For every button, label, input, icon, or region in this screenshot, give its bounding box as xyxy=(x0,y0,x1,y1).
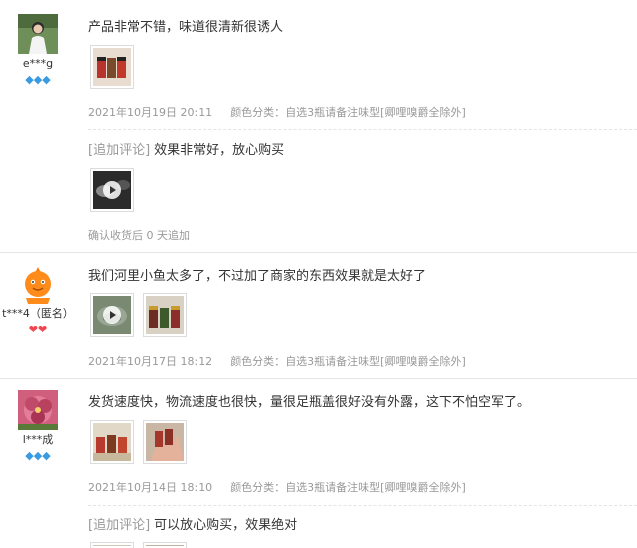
sku-label: 颜色分类： xyxy=(230,106,286,119)
review-video[interactable] xyxy=(90,168,134,212)
sku-value: 自选3瓶请备注味型[卿哩嗅爵全除外] xyxy=(285,481,466,494)
divider xyxy=(0,252,637,253)
review-photo[interactable] xyxy=(90,420,134,464)
diamond-icon: ◆ xyxy=(33,73,43,86)
diamond-icon: ◆ xyxy=(42,73,51,86)
review-date: 2021年10月19日 20:11 xyxy=(88,106,213,119)
avatar[interactable] xyxy=(18,14,58,54)
level-badges: ◆◆◆ xyxy=(0,450,76,462)
play-icon[interactable] xyxy=(103,181,121,199)
review-text: 发货速度快，物流速度也很快，量很足瓶盖很好没有外露，这下不怕空军了。 xyxy=(88,395,531,410)
play-icon[interactable] xyxy=(103,306,121,324)
review-meta: 2021年10月17日 18:12 颜色分类：自选3瓶请备注味型[卿哩嗅爵全除外] xyxy=(88,353,466,369)
review-photo[interactable] xyxy=(143,293,187,337)
heart-icon: ❤ xyxy=(28,323,38,336)
heart-icon: ❤ xyxy=(38,323,48,336)
review-video[interactable] xyxy=(90,293,134,337)
append-text: 效果非常好，放心购买 xyxy=(154,143,285,158)
append-review: [追加评论] 效果非常好，放心购买 xyxy=(88,139,284,158)
level-badges: ❤❤ xyxy=(0,324,76,336)
review-photo[interactable] xyxy=(143,542,187,548)
sku-value: 自选3瓶请备注味型[卿哩嗅爵全除外] xyxy=(285,355,466,368)
review-photo[interactable] xyxy=(90,542,134,548)
review-photo[interactable] xyxy=(90,45,134,89)
review-photo[interactable] xyxy=(143,420,187,464)
username[interactable]: t***4（匿名） xyxy=(0,305,76,321)
avatar[interactable] xyxy=(18,390,58,430)
append-text: 可以放心购买，效果绝对 xyxy=(154,518,298,533)
review-text: 我们河里小鱼太多了，不过加了商家的东西效果就是太好了 xyxy=(88,269,427,284)
append-review: [追加评论] 可以放心购买，效果绝对 xyxy=(88,514,297,533)
sku-label: 颜色分类： xyxy=(230,355,286,368)
divider xyxy=(88,129,637,130)
append-tag: [追加评论] xyxy=(88,143,151,158)
username[interactable]: l***成 xyxy=(0,431,76,447)
divider xyxy=(88,505,637,506)
review-date: 2021年10月14日 18:10 xyxy=(88,481,213,494)
diamond-icon: ◆ xyxy=(25,449,34,462)
avatar[interactable] xyxy=(18,264,58,304)
review-meta: 2021年10月19日 20:11 颜色分类：自选3瓶请备注味型[卿哩嗅爵全除外] xyxy=(88,104,466,120)
level-badges: ◆◆◆ xyxy=(0,74,76,86)
sku-value: 自选3瓶请备注味型[卿哩嗅爵全除外] xyxy=(285,106,466,119)
review-meta: 2021年10月14日 18:10 颜色分类：自选3瓶请备注味型[卿哩嗅爵全除外] xyxy=(88,479,466,495)
append-tag: [追加评论] xyxy=(88,518,151,533)
sku-label: 颜色分类： xyxy=(230,481,286,494)
divider xyxy=(0,378,637,379)
diamond-icon: ◆ xyxy=(25,73,34,86)
append-meta: 确认收货后 0 天追加 xyxy=(88,229,190,242)
review-text: 产品非常不错，味道很清新很诱人 xyxy=(88,20,284,35)
review-date: 2021年10月17日 18:12 xyxy=(88,355,213,368)
diamond-icon: ◆ xyxy=(42,449,51,462)
username[interactable]: e***g xyxy=(0,57,76,70)
diamond-icon: ◆ xyxy=(33,449,43,462)
